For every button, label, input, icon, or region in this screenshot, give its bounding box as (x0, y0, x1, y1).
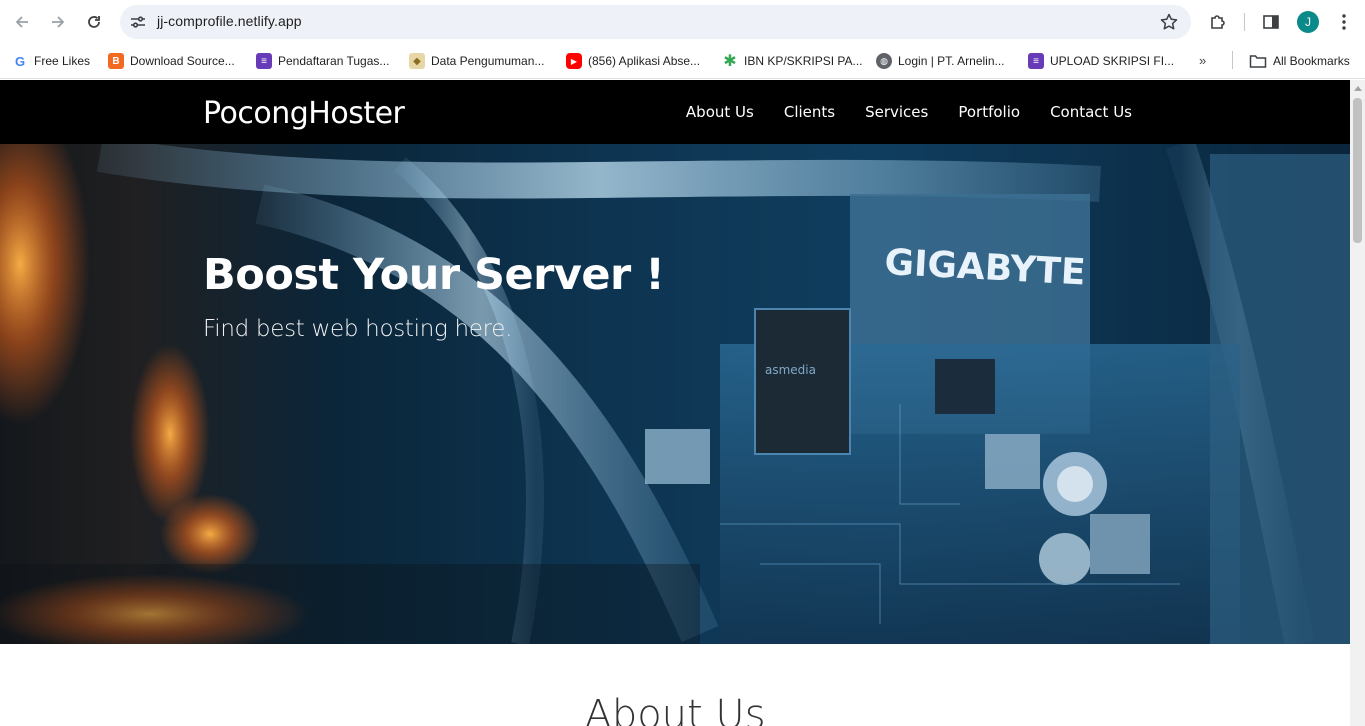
nav-services[interactable]: Services (865, 103, 928, 121)
arrow-left-icon (15, 16, 28, 28)
main-menu: About Us Clients Services Portfolio Cont… (686, 103, 1132, 121)
bookmark-label: Download Source... (130, 54, 235, 68)
bookmark-item[interactable]: ≡ UPLOAD SKRIPSI FI... (1028, 51, 1174, 71)
bookmark-label: Login | PT. Arnelin... (898, 54, 1005, 68)
toolbar-divider (1244, 13, 1245, 31)
scrollbar-thumb[interactable] (1353, 98, 1362, 243)
g-logo-icon: G (12, 53, 28, 69)
url-text[interactable]: jj-comprofile.netlify.app (157, 13, 302, 29)
browser-toolbar: jj-comprofile.netlify.app J (0, 0, 1365, 44)
site-info-icon[interactable] (128, 12, 148, 32)
site-brand[interactable]: PocongHoster (203, 96, 405, 131)
nav-about-us[interactable]: About Us (686, 103, 754, 121)
folder-emblem-icon: ◆ (409, 53, 425, 69)
bookmark-item[interactable]: ✱ IBN KP/SKRIPSI PA... (722, 51, 862, 71)
nav-contact-us[interactable]: Contact Us (1050, 103, 1132, 121)
side-panel-button[interactable] (1260, 11, 1282, 33)
kebab-menu-icon (1342, 14, 1346, 30)
avatar-initial: J (1305, 15, 1311, 29)
browser-menu-button[interactable] (1333, 11, 1355, 33)
server-hardware-image: GIGABYTE asmedia (0, 144, 1350, 644)
all-bookmarks-label: All Bookmarks (1273, 54, 1350, 68)
folder-icon (1249, 55, 1267, 68)
hero-subtitle: Find best web hosting here. (203, 316, 513, 342)
profile-avatar[interactable]: J (1297, 11, 1319, 33)
reload-icon (88, 16, 100, 28)
bookmarks-divider (1232, 51, 1233, 69)
forward-button[interactable] (44, 8, 72, 36)
bookmark-label: Data Pengumuman... (431, 54, 545, 68)
bookmark-label: Free Likes (34, 54, 91, 68)
reload-button[interactable] (80, 8, 108, 36)
more-bookmarks-button[interactable]: » (1199, 53, 1206, 68)
bookmark-label: (856) Aplikasi Abse... (588, 54, 701, 68)
bookmark-item[interactable]: ◍ Login | PT. Arnelin... (876, 51, 1005, 71)
bookmark-label: IBN KP/SKRIPSI PA... (744, 54, 863, 68)
forms-icon: ≡ (256, 53, 272, 69)
bookmark-star-icon[interactable] (1159, 12, 1179, 32)
hero-banner: GIGABYTE asmedia Boost Your Server ! Fin… (0, 144, 1350, 644)
nav-clients[interactable]: Clients (784, 103, 835, 121)
scroll-up-arrow-icon[interactable] (1354, 86, 1362, 91)
bookmark-item[interactable]: ≡ Pendaftaran Tugas... (256, 51, 389, 71)
address-bar[interactable]: jj-comprofile.netlify.app (120, 5, 1191, 39)
bookmark-item[interactable]: B Download Source... (108, 51, 235, 71)
puzzle-icon (1211, 15, 1225, 29)
forms-icon: ≡ (1028, 53, 1044, 69)
globe-icon: ◍ (876, 53, 892, 69)
nav-portfolio[interactable]: Portfolio (958, 103, 1020, 121)
site-navbar: PocongHoster About Us Clients Services P… (0, 80, 1350, 144)
arrow-right-icon (52, 16, 65, 28)
svg-text:asmedia: asmedia (765, 363, 816, 377)
bookmark-label: Pendaftaran Tugas... (278, 54, 390, 68)
bookmark-item[interactable]: G Free Likes (12, 51, 90, 71)
bookmark-item[interactable]: ◆ Data Pengumuman... (409, 51, 544, 71)
bookmark-label: UPLOAD SKRIPSI FI... (1050, 54, 1175, 68)
hero-title: Boost Your Server ! (203, 250, 665, 300)
page-scrollbar[interactable] (1350, 80, 1365, 726)
page-viewport: PocongHoster About Us Clients Services P… (0, 80, 1350, 726)
blogger-icon: B (108, 53, 124, 69)
all-bookmarks-button[interactable]: All Bookmarks (1249, 51, 1350, 71)
side-panel-icon (1263, 15, 1279, 29)
bookmarks-bar: G Free Likes B Download Source... ≡ Pend… (0, 44, 1365, 79)
extensions-button[interactable] (1207, 11, 1229, 33)
about-us-heading: About Us (584, 692, 766, 726)
bookmark-item[interactable]: ▶ (856) Aplikasi Abse... (566, 51, 700, 71)
youtube-icon: ▶ (566, 53, 582, 69)
asterisk-icon: ✱ (723, 53, 737, 70)
back-button[interactable] (8, 8, 36, 36)
